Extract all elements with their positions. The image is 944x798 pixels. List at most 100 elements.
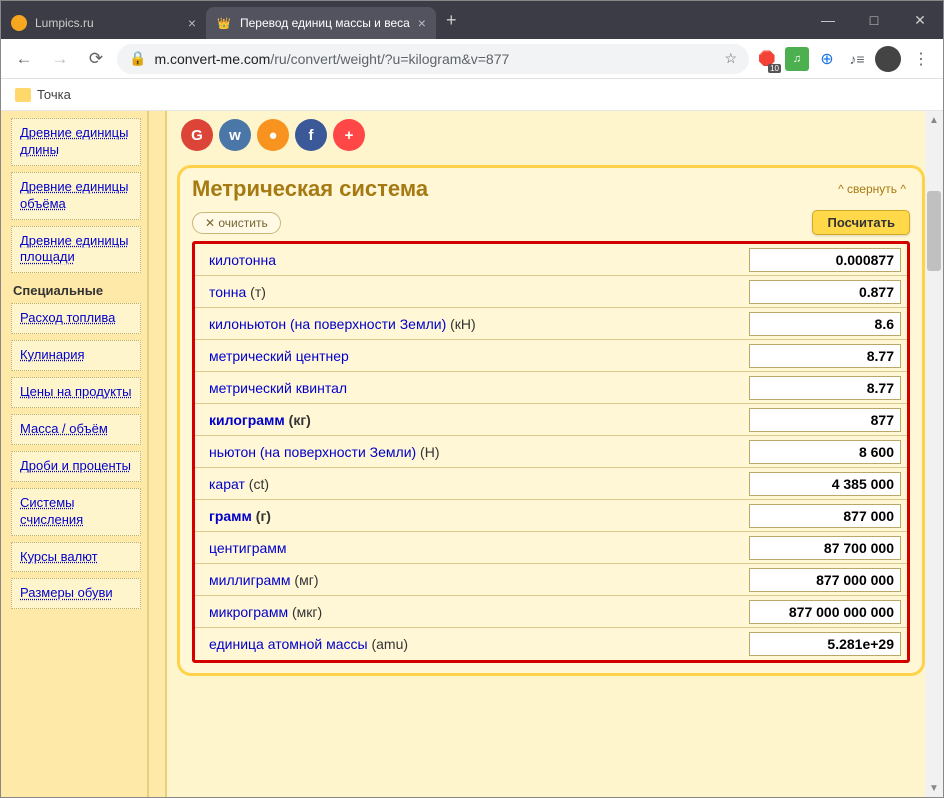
- main-content: G w ● f + Метрическая система ^ свернуть…: [167, 111, 943, 797]
- share-more-button[interactable]: +: [333, 119, 365, 151]
- unit-link[interactable]: карат: [209, 476, 245, 492]
- sidebar-link[interactable]: Масса / объём: [12, 415, 140, 444]
- unit-link[interactable]: килограмм: [209, 412, 285, 428]
- unit-label: килограмм (кг): [195, 412, 749, 428]
- sidebar-link[interactable]: Дроби и проценты: [12, 452, 140, 481]
- bookmark-folder[interactable]: Точка: [37, 87, 71, 102]
- sidebar-link[interactable]: Древние единицы длины: [12, 119, 140, 165]
- value-input[interactable]: [749, 408, 901, 432]
- tab-label: Lumpics.ru: [35, 16, 94, 30]
- star-icon[interactable]: ☆: [724, 50, 737, 67]
- media-control-icon[interactable]: ♪≡: [845, 47, 869, 71]
- sidebar-link[interactable]: Системы счисления: [12, 489, 140, 535]
- sidebar-link[interactable]: Размеры обуви: [12, 579, 140, 608]
- address-bar[interactable]: 🔒 m.convert-me.com/ru/convert/weight/?u=…: [117, 44, 749, 74]
- unit-link[interactable]: тонна: [209, 284, 246, 300]
- back-button[interactable]: ←: [9, 44, 39, 74]
- tab-lumpics[interactable]: Lumpics.ru ×: [1, 7, 206, 39]
- folder-icon: [15, 88, 31, 102]
- scroll-up-icon[interactable]: ▲: [925, 111, 943, 129]
- unit-label: грамм (г): [195, 508, 749, 524]
- adblock-extension-icon[interactable]: 🛑10: [755, 47, 779, 71]
- value-input[interactable]: [749, 440, 901, 464]
- scroll-thumb[interactable]: [927, 191, 941, 271]
- reload-button[interactable]: ⟳: [81, 44, 111, 74]
- unit-label: микрограмм (мкг): [195, 604, 749, 620]
- close-tab-icon[interactable]: ×: [418, 15, 426, 31]
- tab-convert[interactable]: 👑 Перевод единиц массы и веса ×: [206, 7, 436, 39]
- value-input[interactable]: [749, 600, 901, 624]
- table-row: единица атомной массы (amu): [195, 628, 907, 660]
- unit-abbr: (г): [252, 508, 271, 524]
- value-input[interactable]: [749, 376, 901, 400]
- unit-link[interactable]: микрограмм: [209, 604, 288, 620]
- clear-button[interactable]: ✕ очистить: [192, 212, 281, 234]
- unit-link[interactable]: метрический центнер: [209, 348, 349, 364]
- unit-abbr: (ct): [245, 476, 269, 492]
- share-vk-button[interactable]: w: [219, 119, 251, 151]
- close-tab-icon[interactable]: ×: [188, 15, 196, 31]
- calculate-button[interactable]: Посчитать: [812, 210, 910, 235]
- sidebar-link[interactable]: Древние единицы площади: [12, 227, 140, 273]
- value-input[interactable]: [749, 280, 901, 304]
- table-row: килограмм (кг): [195, 404, 907, 436]
- unit-link[interactable]: ньютон (на поверхности Земли): [209, 444, 416, 460]
- unit-link[interactable]: миллиграмм: [209, 572, 291, 588]
- scroll-down-icon[interactable]: ▼: [925, 779, 943, 797]
- sidebar-heading: Специальные: [5, 279, 147, 300]
- music-extension-icon[interactable]: ♫: [785, 47, 809, 71]
- value-input[interactable]: [749, 504, 901, 528]
- toolbar: ← → ⟳ 🔒 m.convert-me.com/ru/convert/weig…: [1, 39, 943, 79]
- sidebar-link[interactable]: Курсы валют: [12, 543, 140, 572]
- titlebar: Lumpics.ru × 👑 Перевод единиц массы и ве…: [1, 1, 943, 39]
- value-input[interactable]: [749, 344, 901, 368]
- value-input[interactable]: [749, 312, 901, 336]
- sidebar-link[interactable]: Кулинария: [12, 341, 140, 370]
- value-input[interactable]: [749, 536, 901, 560]
- bookmarks-bar: Точка: [1, 79, 943, 111]
- sidebar-link[interactable]: Расход топлива: [12, 304, 140, 333]
- value-input[interactable]: [749, 472, 901, 496]
- tab-label: Перевод единиц массы и веса: [240, 16, 410, 30]
- new-tab-button[interactable]: +: [436, 10, 467, 31]
- sidebar-link[interactable]: Древние единицы объёма: [12, 173, 140, 219]
- table-row: карат (ct): [195, 468, 907, 500]
- table-row: метрический центнер: [195, 340, 907, 372]
- share-fb-button[interactable]: f: [295, 119, 327, 151]
- share-ok-button[interactable]: ●: [257, 119, 289, 151]
- profile-avatar[interactable]: [875, 46, 901, 72]
- unit-link[interactable]: метрический квинтал: [209, 380, 347, 396]
- close-window-button[interactable]: ✕: [897, 1, 943, 39]
- favicon-convert: 👑: [216, 15, 232, 31]
- lock-icon: 🔒: [129, 50, 146, 67]
- unit-abbr: (кН): [446, 316, 475, 332]
- unit-label: ньютон (на поверхности Земли) (Н): [195, 444, 749, 460]
- vertical-scrollbar[interactable]: ▲ ▼: [925, 111, 943, 797]
- unit-label: центиграмм: [195, 540, 749, 556]
- value-input[interactable]: [749, 248, 901, 272]
- unit-label: килоньютон (на поверхности Земли) (кН): [195, 316, 749, 332]
- unit-label: карат (ct): [195, 476, 749, 492]
- unit-link[interactable]: грамм: [209, 508, 252, 524]
- value-input[interactable]: [749, 568, 901, 592]
- unit-label: метрический центнер: [195, 348, 749, 364]
- maximize-button[interactable]: □: [851, 1, 897, 39]
- browser-menu-button[interactable]: ⋮: [907, 49, 935, 69]
- unit-abbr: (amu): [368, 636, 408, 652]
- forward-button[interactable]: →: [45, 44, 75, 74]
- value-input[interactable]: [749, 632, 901, 656]
- window-controls: — □ ✕: [805, 1, 943, 39]
- table-row: метрический квинтал: [195, 372, 907, 404]
- share-google-button[interactable]: G: [181, 119, 213, 151]
- favicon-lumpics: [11, 15, 27, 31]
- metric-panel: Метрическая система ^ свернуть ^ ✕ очист…: [177, 165, 925, 676]
- collapse-link[interactable]: ^ свернуть ^: [838, 182, 906, 196]
- sidebar-link[interactable]: Цены на продукты: [12, 378, 140, 407]
- minimize-button[interactable]: —: [805, 1, 851, 39]
- unit-link[interactable]: центиграмм: [209, 540, 287, 556]
- unit-link[interactable]: килоньютон (на поверхности Земли): [209, 316, 446, 332]
- globe-extension-icon[interactable]: ⊕: [815, 47, 839, 71]
- unit-link[interactable]: единица атомной массы: [209, 636, 368, 652]
- unit-abbr: (кг): [285, 412, 311, 428]
- unit-link[interactable]: килотонна: [209, 252, 276, 268]
